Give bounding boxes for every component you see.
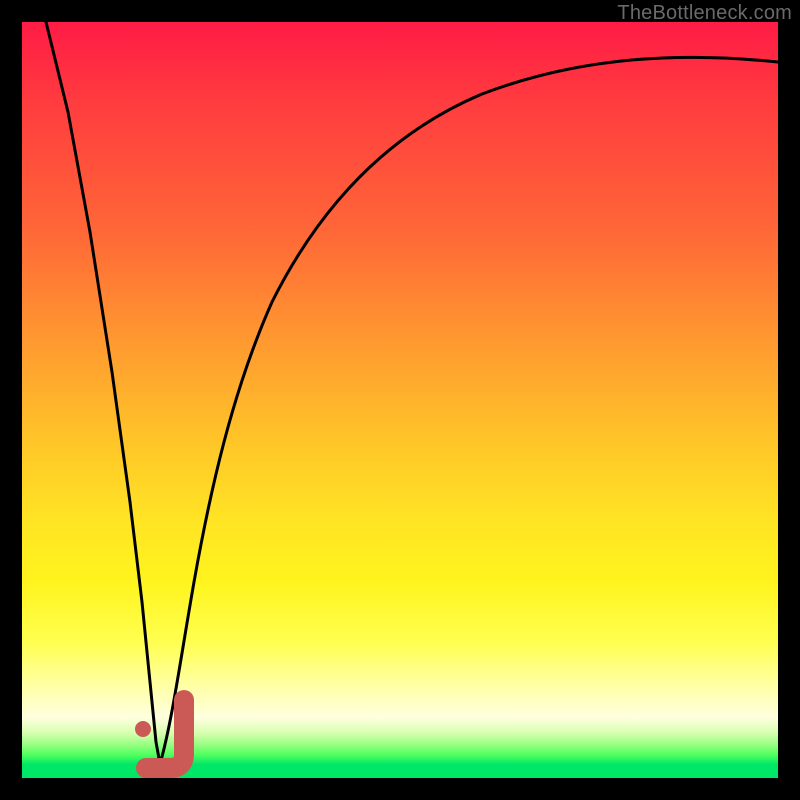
attribution-label: TheBottleneck.com — [617, 2, 792, 25]
curve-left-branch — [46, 22, 160, 764]
curve-right-branch — [160, 57, 778, 764]
optimum-marker-dot — [135, 721, 151, 737]
curve-layer — [22, 22, 778, 778]
chart-frame: TheBottleneck.com — [0, 0, 800, 800]
